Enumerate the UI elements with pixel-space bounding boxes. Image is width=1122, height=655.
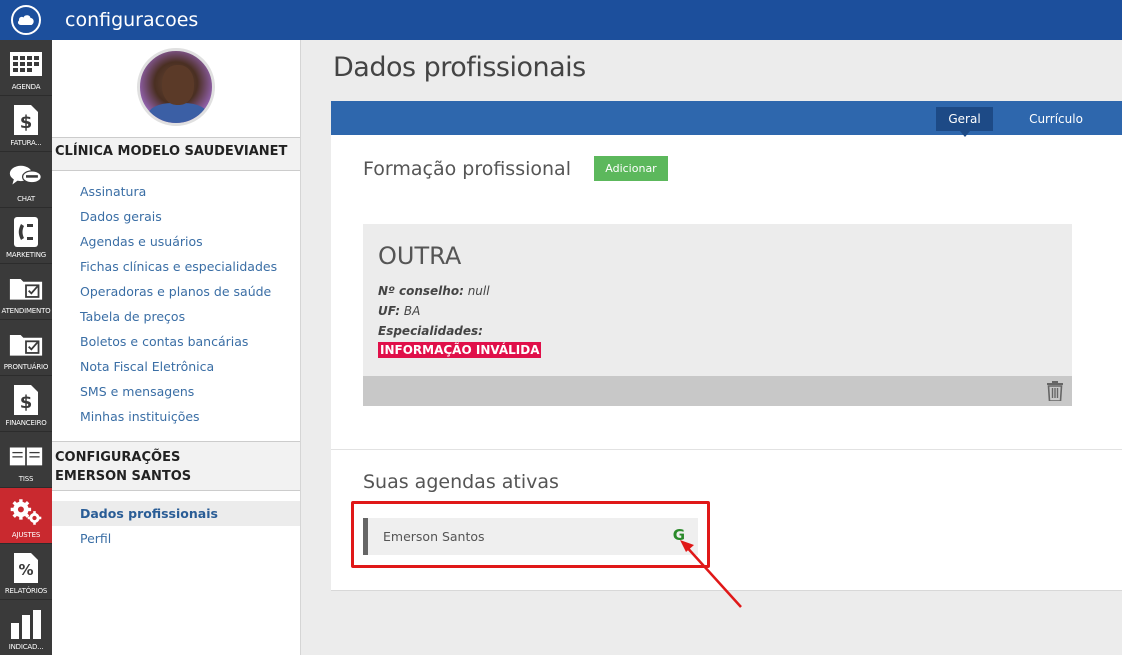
menu-item-perfil[interactable]: Perfil: [52, 526, 300, 551]
conselho-line: Nº conselho: null: [378, 284, 490, 298]
user-menu: Dados profissionais Perfil: [52, 501, 300, 551]
menu-item-instituicoes[interactable]: Minhas instituições: [52, 404, 300, 429]
svg-text:$: $: [20, 112, 33, 133]
avatar-shirt: [148, 103, 208, 123]
percent-doc-icon: %: [9, 551, 43, 585]
chat-bubbles-icon: [9, 159, 43, 193]
app-title: configuracoes: [65, 9, 199, 31]
menu-item-dados-gerais[interactable]: Dados gerais: [52, 204, 300, 229]
avatar-face: [162, 65, 194, 105]
book-icon: [9, 439, 43, 473]
invalid-badge: INFORMAÇÃO INVÁLIDA: [378, 342, 542, 358]
app-logo[interactable]: [0, 0, 52, 40]
clinic-menu: Assinatura Dados gerais Agendas e usuári…: [52, 179, 300, 429]
rail-item-indicadores[interactable]: INDICAD...: [0, 600, 52, 655]
rail-item-financeiro[interactable]: $ FINANCEIRO: [0, 376, 52, 432]
annotation-highlight-box: [351, 501, 710, 568]
rail-label: MARKETING: [6, 251, 46, 259]
menu-item-boletos[interactable]: Boletos e contas bancárias: [52, 329, 300, 354]
rail-item-agenda[interactable]: AGENDA: [0, 40, 52, 96]
folder-check-icon: [9, 327, 43, 361]
menu-item-operadoras[interactable]: Operadoras e planos de saúde: [52, 279, 300, 304]
folder-check-icon: [9, 271, 43, 305]
tab-curriculo[interactable]: Currículo: [1021, 107, 1091, 131]
rail-item-ajustes[interactable]: AJUSTES: [0, 488, 52, 544]
add-button[interactable]: Adicionar: [594, 156, 668, 181]
rail-label: AGENDA: [11, 83, 41, 91]
menu-item-fichas-clinicas[interactable]: Fichas clínicas e especialidades: [52, 254, 300, 279]
especialidades-label: Especialidades:: [378, 324, 483, 338]
conselho-label: Nº conselho:: [378, 284, 464, 298]
user-section-heading: CONFIGURAÇÕES EMERSON SANTOS: [52, 441, 300, 491]
rail-label: CHAT: [17, 195, 35, 203]
menu-item-nota-fiscal[interactable]: Nota Fiscal Eletrônica: [52, 354, 300, 379]
dollar-doc-icon: $: [9, 103, 43, 137]
rail-label: TISS: [18, 475, 34, 483]
page-title: Dados profissionais: [333, 52, 586, 83]
rail-item-relatorios[interactable]: % RELATÓRIOS: [0, 544, 52, 600]
svg-text:%: %: [18, 561, 33, 579]
card-title: OUTRA: [378, 242, 462, 270]
rail-label: INDICAD...: [8, 643, 44, 651]
divider: [331, 449, 1122, 450]
rail-label: FATURA...: [10, 139, 42, 147]
tab-bar: Geral Currículo: [331, 101, 1122, 137]
menu-item-tabela-precos[interactable]: Tabela de preços: [52, 304, 300, 329]
gears-icon: [9, 495, 43, 529]
uf-value: BA: [403, 304, 421, 318]
clinic-section-heading: CLÍNICA MODELO SAUDEVIANET: [52, 137, 300, 171]
rail-item-chat[interactable]: CHAT: [0, 152, 52, 208]
menu-item-dados-profissionais[interactable]: Dados profissionais: [52, 501, 300, 526]
rail-item-tiss[interactable]: TISS: [0, 432, 52, 488]
formacao-card: OUTRA Nº conselho: null UF: BA Especiali…: [363, 224, 1072, 406]
card-footer: [363, 376, 1072, 406]
rail-item-faturamento[interactable]: $ FATURA...: [0, 96, 52, 152]
rail-label: PRONTUÁRIO: [3, 363, 49, 371]
top-bar: configuracoes: [0, 0, 1122, 40]
cloud-icon: [11, 5, 41, 35]
svg-text:$: $: [20, 392, 33, 413]
menu-item-agendas-usuarios[interactable]: Agendas e usuários: [52, 229, 300, 254]
rail-label: AJUSTES: [11, 531, 41, 539]
uf-line: UF: BA: [378, 304, 420, 318]
calendar-icon: [9, 47, 43, 81]
rail-item-marketing[interactable]: MARKETING: [0, 208, 52, 264]
trash-icon[interactable]: [1046, 381, 1064, 402]
user-heading-line2: EMERSON SANTOS: [55, 469, 192, 484]
avatar[interactable]: [137, 48, 215, 126]
rail-label: FINANCEIRO: [5, 419, 47, 427]
menu-item-assinatura[interactable]: Assinatura: [52, 179, 300, 204]
conselho-value: null: [467, 284, 490, 298]
uf-label: UF:: [378, 304, 401, 318]
phone-icon: [9, 215, 43, 249]
bar-chart-icon: [9, 607, 43, 641]
rail-label: ATENDIMENTO: [1, 307, 51, 315]
agendas-heading: Suas agendas ativas: [363, 471, 559, 493]
settings-sidebar: CLÍNICA MODELO SAUDEVIANET Assinatura Da…: [52, 40, 301, 655]
dollar-doc-icon: $: [9, 383, 43, 417]
user-heading-line1: CONFIGURAÇÕES: [55, 450, 181, 465]
rail-item-atendimento[interactable]: ATENDIMENTO: [0, 264, 52, 320]
formacao-heading: Formação profissional: [363, 158, 571, 180]
module-rail: AGENDA $ FATURA... CHAT MARKETING ATENDI…: [0, 40, 52, 655]
especialidades-line: Especialidades:: [378, 324, 483, 338]
menu-item-sms[interactable]: SMS e mensagens: [52, 379, 300, 404]
annotation-arrow-icon: [680, 540, 742, 608]
rail-label: RELATÓRIOS: [4, 587, 48, 595]
rail-item-prontuario[interactable]: PRONTUÁRIO: [0, 320, 52, 376]
tab-geral[interactable]: Geral: [936, 107, 993, 137]
